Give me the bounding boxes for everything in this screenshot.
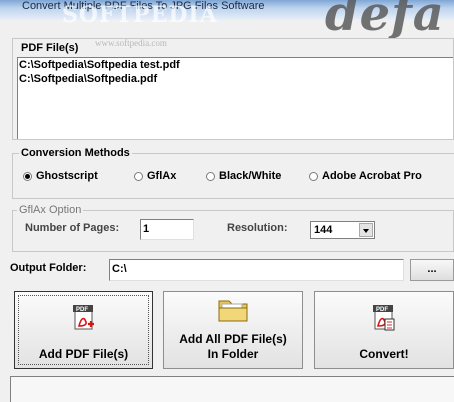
gflax-option-legend: GflAx Option [17, 204, 84, 216]
list-item[interactable]: C:\Softpedia\Softpedia.pdf [18, 72, 453, 86]
add-folder-button[interactable]: Add All PDF File(s) In Folder [163, 291, 303, 369]
radio-icon[interactable] [206, 171, 215, 181]
add-folder-label-line1: Add All PDF File(s) [179, 332, 287, 346]
pdf-file-icon: PDF [72, 305, 94, 330]
output-folder-label: Output Folder: [10, 262, 87, 274]
radio-label: Ghostscript [36, 170, 98, 182]
radio-black-white[interactable]: Black/White [206, 170, 281, 182]
radio-adobe-acrobat[interactable]: Adobe Acrobat Pro [309, 170, 422, 182]
resolution-label: Resolution: [227, 222, 288, 234]
output-folder-input[interactable]: C:\ [109, 259, 404, 281]
folder-icon [218, 300, 248, 322]
convert-button[interactable]: PDF Convert! [314, 291, 454, 369]
radio-label: GflAx [147, 170, 177, 182]
chevron-down-icon[interactable] [359, 223, 373, 237]
radio-selected-icon[interactable] [23, 171, 32, 181]
status-area [10, 376, 454, 402]
list-item[interactable]: C:\Softpedia\Softpedia test.pdf [18, 58, 453, 72]
conversion-methods-group: Conversion Methods Ghostscript GflAx Bla… [12, 147, 454, 199]
pdf-file-list[interactable]: C:\Softpedia\Softpedia test.pdf C:\Softp… [17, 57, 453, 139]
radio-icon[interactable] [309, 171, 318, 181]
gflax-option-group: GflAx Option Number of Pages: 1 Resoluti… [12, 204, 454, 252]
radio-label: Adobe Acrobat Pro [322, 170, 422, 182]
radio-icon[interactable] [134, 171, 143, 181]
number-of-pages-label: Number of Pages: [25, 222, 120, 234]
browse-button[interactable]: ... [410, 259, 454, 281]
resolution-value: 144 [314, 224, 333, 236]
radio-gflax[interactable]: GflAx [134, 170, 176, 182]
conversion-methods-legend: Conversion Methods [19, 147, 132, 159]
number-of-pages-input[interactable]: 1 [140, 219, 194, 240]
radio-ghostscript[interactable]: Ghostscript [23, 170, 98, 182]
window-title: Convert Multiple PDF Files To JPG Files … [22, 0, 265, 12]
svg-text:PDF: PDF [76, 307, 88, 313]
convert-label: Convert! [359, 347, 409, 361]
pdf-files-group: PDF File(s) C:\Softpedia\Softpedia test.… [12, 38, 454, 140]
add-folder-label: Add All PDF File(s) In Folder [164, 332, 302, 362]
add-pdf-files-button[interactable]: PDF Add PDF File(s) [14, 291, 153, 369]
pdf-convert-icon: PDF [373, 305, 395, 331]
title-bar: Convert Multiple PDF Files To JPG Files … [0, 0, 454, 20]
pdf-files-legend: PDF File(s) [19, 42, 81, 54]
add-pdf-files-label: Add PDF File(s) [38, 347, 129, 361]
radio-label: Black/White [219, 170, 282, 182]
svg-text:PDF: PDF [376, 307, 388, 313]
resolution-select[interactable]: 144 [310, 221, 375, 239]
add-folder-label-line2: In Folder [207, 347, 259, 361]
